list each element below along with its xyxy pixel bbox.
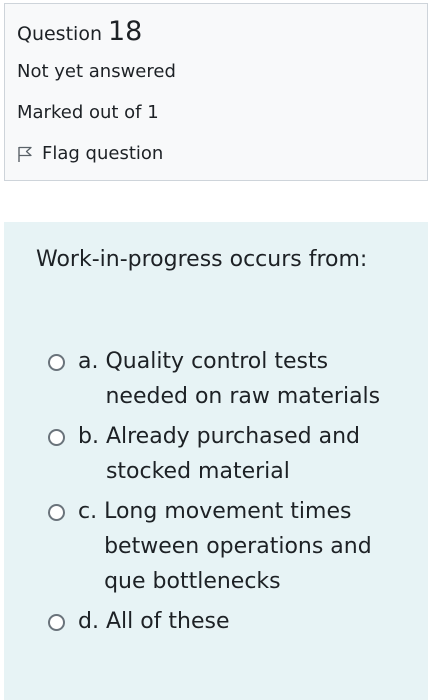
radio-button-b[interactable] bbox=[48, 429, 65, 446]
option-text: Long movement times between operations a… bbox=[104, 499, 372, 594]
radio-button-a[interactable] bbox=[48, 354, 65, 371]
option-text: Already purchased and stocked material bbox=[105, 424, 361, 484]
question-number: 18 bbox=[107, 16, 143, 47]
flag-question-label: Flag question bbox=[42, 143, 164, 164]
flag-question-button[interactable]: Flag question bbox=[16, 143, 163, 164]
question-content-panel: Work-in-progress occurs from: a. Quality… bbox=[4, 222, 428, 700]
answer-option-b[interactable]: b. Already purchased and stocked materia… bbox=[48, 419, 418, 489]
question-text: Work-in-progress occurs from: bbox=[36, 247, 368, 272]
answer-option-a[interactable]: a. Quality control tests needed on raw m… bbox=[48, 344, 418, 414]
option-letter: a. bbox=[78, 349, 106, 374]
option-text: All of these bbox=[105, 609, 230, 634]
answer-option-d-label: d. All of these bbox=[78, 604, 406, 639]
answer-options: a. Quality control tests needed on raw m… bbox=[48, 344, 418, 644]
radio-button-c[interactable] bbox=[48, 504, 65, 521]
question-number-row: Question 18 bbox=[17, 16, 142, 47]
option-letter: c. bbox=[78, 499, 105, 524]
question-label: Question bbox=[17, 23, 102, 45]
option-letter: d. bbox=[78, 609, 106, 634]
answer-option-a-label: a. Quality control tests needed on raw m… bbox=[78, 344, 405, 414]
radio-button-d[interactable] bbox=[48, 614, 65, 631]
flag-icon bbox=[16, 145, 34, 163]
answer-option-b-label: b. Already purchased and stocked materia… bbox=[78, 419, 406, 489]
option-text: Quality control tests needed on raw mate… bbox=[105, 349, 381, 409]
option-letter: b. bbox=[78, 424, 106, 449]
answer-option-c[interactable]: c. Long movement times between operation… bbox=[48, 494, 418, 599]
answer-option-d[interactable]: d. All of these bbox=[48, 604, 418, 639]
answer-option-c-label: c. Long movement times between operation… bbox=[78, 494, 404, 599]
question-info-panel: Question 18 Not yet answered Marked out … bbox=[4, 3, 428, 181]
question-grade: Marked out of 1 bbox=[17, 102, 159, 123]
question-state: Not yet answered bbox=[17, 61, 176, 82]
